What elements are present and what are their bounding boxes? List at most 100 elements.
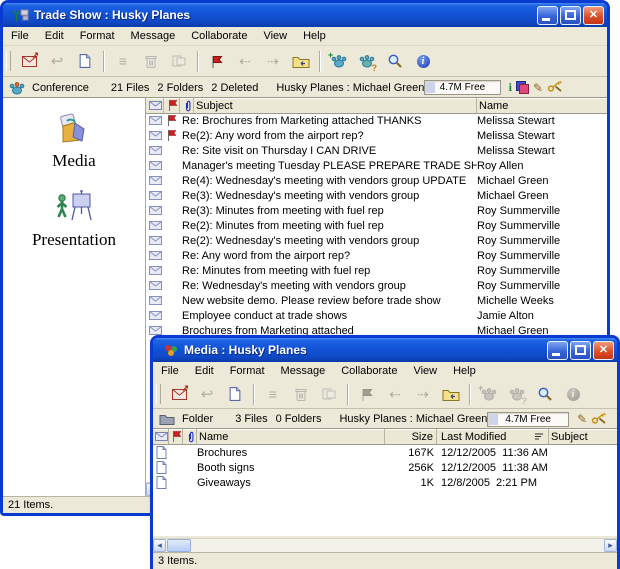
- minimize-button[interactable]: [537, 6, 558, 25]
- new-message-button[interactable]: ↗: [16, 49, 42, 74]
- subject-column-header[interactable]: Subject: [549, 429, 617, 444]
- sidebar-item-presentation[interactable]: Presentation: [32, 189, 116, 250]
- toolbar-separator: [103, 51, 105, 72]
- flag-button[interactable]: [354, 382, 380, 407]
- message-row[interactable]: Re(2): Minutes from meeting with fuel re…: [146, 218, 607, 233]
- envelope-icon: [146, 236, 164, 245]
- message-row[interactable]: Employee conduct at trade showsJamie Alt…: [146, 308, 607, 323]
- subject-column-header[interactable]: Subject: [194, 98, 477, 113]
- new-document-button[interactable]: [222, 382, 248, 407]
- envelope-column-header[interactable]: [153, 429, 169, 444]
- maximize-button[interactable]: [560, 6, 581, 25]
- menu-edit[interactable]: Edit: [187, 362, 222, 380]
- scrollbar-track[interactable]: [192, 539, 604, 552]
- flag-button[interactable]: [204, 49, 230, 74]
- attachment-column-header[interactable]: [180, 98, 194, 113]
- menu-help[interactable]: Help: [295, 27, 334, 45]
- scroll-right-button[interactable]: ▸: [604, 539, 617, 552]
- menu-view[interactable]: View: [255, 27, 295, 45]
- menu-edit[interactable]: Edit: [37, 27, 72, 45]
- envelope-column-header[interactable]: [146, 98, 164, 113]
- toolbar-grip[interactable]: [6, 51, 11, 71]
- name-column-header[interactable]: Name: [477, 98, 607, 113]
- window-title: Trade Show : Husky Planes: [34, 8, 537, 22]
- sidebar-item-media[interactable]: Media: [52, 112, 95, 171]
- get-info-button[interactable]: i: [560, 382, 586, 407]
- message-row[interactable]: Re: Site visit on Thursday I CAN DRIVEMe…: [146, 143, 607, 158]
- new-document-button[interactable]: [72, 49, 98, 74]
- search-button[interactable]: [532, 382, 558, 407]
- message-row[interactable]: New website demo. Please review before t…: [146, 293, 607, 308]
- message-sender: Roy Summerville: [477, 220, 607, 232]
- menu-format[interactable]: Format: [222, 362, 273, 380]
- flag-column-header[interactable]: [169, 429, 183, 444]
- file-row[interactable]: Brochures167K12/12/2005 11:36 AM: [153, 445, 617, 460]
- message-row[interactable]: Manager's meeting Tuesday PLEASE PREPARE…: [146, 158, 607, 173]
- attachment-column-header[interactable]: [183, 429, 197, 444]
- add-contact-button[interactable]: +: [326, 49, 352, 74]
- menu-collaborate[interactable]: Collaborate: [333, 362, 405, 380]
- maximize-button[interactable]: [570, 341, 591, 360]
- previous-unread-button[interactable]: ⇠: [382, 382, 408, 407]
- delete-button[interactable]: [138, 49, 164, 74]
- reply-button[interactable]: ↩: [194, 382, 220, 407]
- message-subject: Re(2): Minutes from meeting with fuel re…: [180, 220, 477, 232]
- file-row[interactable]: Giveaways1K12/8/2005 2:21 PM: [153, 475, 617, 490]
- menu-message[interactable]: Message: [273, 362, 334, 380]
- search-button[interactable]: [382, 49, 408, 74]
- delete-button[interactable]: [288, 382, 314, 407]
- who-is-online-button[interactable]: ?: [504, 382, 530, 407]
- scroll-left-button[interactable]: ◂: [153, 539, 166, 552]
- close-button[interactable]: [593, 341, 614, 360]
- split-view-button[interactable]: [316, 382, 342, 407]
- envelope-icon: [146, 251, 164, 260]
- message-row[interactable]: Re(3): Wednesday's meeting with vendors …: [146, 188, 607, 203]
- message-row[interactable]: Re(2): Any word from the airport rep?Mel…: [146, 128, 607, 143]
- next-unread-button[interactable]: ⇢: [410, 382, 436, 407]
- name-column-header[interactable]: Name: [197, 429, 385, 444]
- menu-help[interactable]: Help: [445, 362, 484, 380]
- file-count: 3 Files: [235, 413, 267, 425]
- parent-folder-button[interactable]: [438, 382, 464, 407]
- message-row[interactable]: Re(4): Wednesday's meeting with vendors …: [146, 173, 607, 188]
- parent-folder-button[interactable]: [288, 49, 314, 74]
- stacked-squares-icon: [516, 81, 529, 94]
- file-size: 167K: [385, 447, 437, 459]
- modified-column-label: Last Modified: [441, 431, 506, 443]
- history-button[interactable]: ≡: [110, 49, 136, 74]
- minimize-button[interactable]: [547, 341, 568, 360]
- horizontal-scrollbar[interactable]: ◂ ▸: [153, 538, 617, 552]
- get-info-button[interactable]: i: [410, 49, 436, 74]
- add-contact-button[interactable]: +: [476, 382, 502, 407]
- file-row[interactable]: Booth signs256K12/12/2005 11:38 AM: [153, 460, 617, 475]
- menu-view[interactable]: View: [405, 362, 445, 380]
- menu-bar: FileEditFormatMessageCollaborateViewHelp: [153, 362, 617, 381]
- new-message-button[interactable]: ↗: [166, 382, 192, 407]
- menu-file[interactable]: File: [3, 27, 37, 45]
- message-row[interactable]: Re: Minutes from meeting with fuel repRo…: [146, 263, 607, 278]
- size-column-header[interactable]: Size: [385, 429, 437, 444]
- menu-format[interactable]: Format: [72, 27, 123, 45]
- modified-column-header[interactable]: Last Modified: [437, 429, 549, 444]
- message-row[interactable]: Re: Wednesday's meeting with vendors gro…: [146, 278, 607, 293]
- menu-message[interactable]: Message: [123, 27, 184, 45]
- reply-button[interactable]: ↩: [44, 49, 70, 74]
- close-button[interactable]: [583, 6, 604, 25]
- split-view-button[interactable]: [166, 49, 192, 74]
- message-row[interactable]: Re: Any word from the airport rep?Roy Su…: [146, 248, 607, 263]
- titlebar[interactable]: Trade Show : Husky Planes: [3, 3, 607, 27]
- info-bar: Conference 21 Files 2 Folders 2 Deleted …: [3, 76, 607, 98]
- toolbar-grip[interactable]: [156, 384, 161, 404]
- message-row[interactable]: Re(3): Minutes from meeting with fuel re…: [146, 203, 607, 218]
- message-row[interactable]: Re(2): Wednesday's meeting with vendors …: [146, 233, 607, 248]
- message-row[interactable]: Re: Brochures from Marketing attached TH…: [146, 113, 607, 128]
- titlebar[interactable]: Media : Husky Planes: [153, 338, 617, 362]
- history-button[interactable]: ≡: [260, 382, 286, 407]
- previous-unread-button[interactable]: ⇠: [232, 49, 258, 74]
- menu-file[interactable]: File: [153, 362, 187, 380]
- flag-column-header[interactable]: [164, 98, 180, 113]
- who-is-online-button[interactable]: ?: [354, 49, 380, 74]
- next-unread-button[interactable]: ⇢: [260, 49, 286, 74]
- scrollbar-thumb[interactable]: [167, 539, 191, 552]
- menu-collaborate[interactable]: Collaborate: [183, 27, 255, 45]
